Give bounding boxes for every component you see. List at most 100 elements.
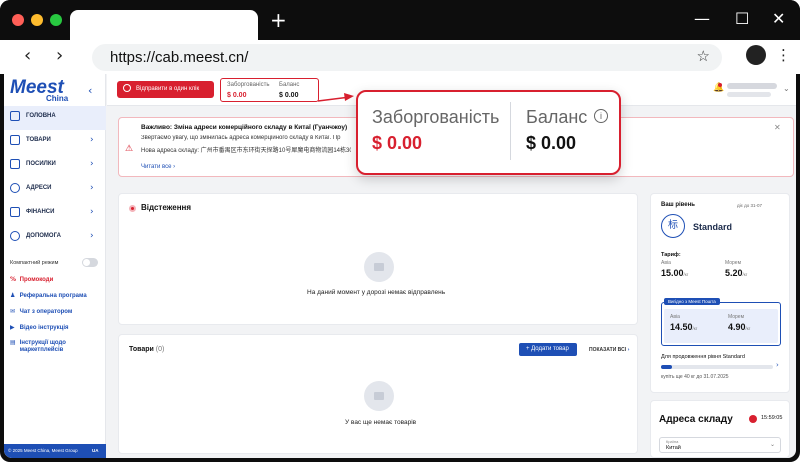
divider [510, 102, 511, 160]
marketplace-instructions-link-line2[interactable]: маркетплейсів [10, 347, 64, 353]
avia-rate: 15.00/кг [661, 268, 688, 278]
marketplace-instructions-link[interactable]: ▤ Інструкції щодо [10, 339, 66, 346]
sidebar-item-goods[interactable]: ТОВАРИ › [4, 130, 106, 154]
chevron-down-icon[interactable]: ⌄ [783, 84, 790, 93]
box-empty-icon [364, 381, 394, 411]
warehouse-title: Адреса складу [659, 414, 733, 425]
benefit-avia-label: Авіа [670, 314, 680, 320]
close-dot[interactable] [12, 14, 24, 26]
title-bar: + — ☐ ✕ [0, 0, 800, 40]
show-all-link[interactable]: ПОКАЗАТИ ВСІ › [589, 347, 630, 353]
warehouse-time: 15:59:05 [761, 415, 783, 421]
video-instruction-link[interactable]: ▶ Відео інструкція [10, 324, 69, 331]
benefit-sea-label: Морем [728, 314, 745, 320]
sidebar-item-finance[interactable]: ФІНАНСИ › [4, 202, 106, 226]
chat-operator-link[interactable]: ✉ Чат з оператором [10, 308, 72, 315]
sidebar-item-home[interactable]: ГОЛОВНА [4, 106, 106, 130]
browser-tab[interactable] [70, 10, 258, 40]
debt-value: $ 0.00 [227, 92, 247, 99]
zoom-dot[interactable] [50, 14, 62, 26]
referral-link[interactable]: ♟ Реферальна програма [10, 292, 87, 299]
profile-icon[interactable] [746, 45, 766, 65]
benefit-sea-rate: 4.90/кг [728, 322, 750, 332]
sea-rate-value: 5.20 [725, 268, 743, 278]
avia-rate-value: 15.00 [661, 268, 684, 278]
link-label: Реферальна програма [19, 293, 87, 299]
china-flag-icon [749, 415, 757, 423]
info-icon[interactable]: i [594, 109, 608, 123]
show-all-label: ПОКАЗАТИ ВСІ [589, 347, 627, 353]
balance-label: Баланс [279, 82, 300, 88]
close-window-icon[interactable]: ✕ [772, 9, 785, 28]
url-field[interactable]: https://cab.meest.cn/ ☆ [92, 44, 722, 71]
minimize-dot[interactable] [31, 14, 43, 26]
debt-label: Заборгованість [227, 82, 270, 88]
video-icon: ▶ [10, 324, 15, 331]
send-icon [123, 84, 131, 92]
bookmark-star-icon[interactable]: ☆ [697, 47, 710, 65]
benefit-tag: Вигідно з Meest Пошта [664, 298, 720, 305]
benefit-avia-value: 14.50 [670, 322, 693, 332]
balance-summary[interactable]: Заборгованість $ 0.00 Баланс $ 0.00 [220, 78, 319, 102]
forward-icon[interactable]: › [56, 45, 63, 66]
tariff-label: Тариф: [661, 252, 681, 258]
box-icon [10, 135, 20, 145]
notice-line: Нова адреса складу: 广州市番禺区市东环街天探路10号犀魔电商… [141, 148, 351, 154]
goods-count: (0) [155, 346, 165, 353]
sidebar-item-label: АДРЕСИ [26, 185, 52, 191]
chevron-right-icon: › [90, 207, 94, 217]
people-icon: ♟ [10, 292, 16, 299]
maximize-icon[interactable]: ☐ [735, 9, 749, 28]
package-icon [10, 159, 20, 169]
menu-kebab-icon[interactable]: ⋮ [776, 46, 791, 64]
callout-debt-value: $ 0.00 [372, 133, 423, 153]
sidebar-item-addresses[interactable]: АДРЕСИ › [4, 178, 106, 202]
help-icon [10, 231, 20, 241]
sidebar: Meest China ‹ ГОЛОВНА ТОВАРИ › ПОСИЛКИ ›… [4, 74, 106, 458]
balance-zoom-callout: Заборгованість $ 0.00 Баланс i $ 0.00 [356, 90, 621, 175]
rate-unit: /кг [742, 272, 748, 277]
standard-badge-icon: 标 [661, 214, 685, 238]
notice-line: Звертаємо увагу, що змінилась адреса ком… [141, 135, 341, 141]
collapse-sidebar-icon[interactable]: ‹ [88, 84, 92, 97]
chevron-right-icon[interactable]: › [776, 361, 779, 369]
country-select[interactable]: Країна Китай ⌄ [659, 437, 781, 453]
sea-rate: 5.20/кг [725, 268, 747, 278]
link-label: Інструкції щодо [19, 340, 66, 346]
notification-bell-icon[interactable]: 🔔 [713, 83, 724, 93]
goods-card: Товари (0) + Додати товар ПОКАЗАТИ ВСІ ›… [118, 334, 638, 454]
add-goods-button[interactable]: + Додати товар [519, 343, 577, 356]
chevron-right-icon: › [90, 231, 94, 241]
level-card: Ваш рівень діє до 31-07 标 Standard Тариф… [650, 193, 790, 393]
level-name: Standard [693, 222, 733, 232]
chevron-down-icon: ⌄ [770, 441, 776, 448]
language-switch[interactable]: UA [92, 448, 99, 453]
dashboard-icon [10, 111, 20, 121]
warning-icon: ⚠ [125, 144, 134, 154]
read-all-link[interactable]: Читати все › [141, 164, 175, 170]
link-label: Промокоди [19, 277, 54, 283]
live-indicator-icon [129, 205, 136, 212]
user-name-blurred[interactable] [727, 83, 777, 89]
chevron-right-icon: › [173, 164, 176, 170]
add-goods-label: + Додати товар [526, 346, 569, 352]
level-valid-until: діє до 31-07 [737, 203, 763, 208]
compact-mode-toggle[interactable] [82, 258, 98, 267]
new-tab-icon[interactable]: + [270, 10, 287, 30]
copyright-text: © 2025 Meest China, Meest Group [8, 448, 78, 453]
minimize-icon[interactable]: — [694, 9, 710, 28]
goods-title-text: Товари [129, 346, 154, 353]
sidebar-item-label: ГОЛОВНА [26, 113, 56, 119]
wallet-icon [10, 207, 20, 217]
sidebar-item-parcels[interactable]: ПОСИЛКИ › [4, 154, 106, 178]
close-icon[interactable]: ✕ [774, 123, 781, 132]
truck-icon [364, 252, 394, 282]
back-icon[interactable]: ‹ [24, 45, 31, 66]
link-label: Чат з оператором [19, 309, 73, 315]
sidebar-item-help[interactable]: ДОПОМОГА › [4, 226, 106, 250]
promo-codes-link[interactable]: % Промокоди [10, 276, 53, 283]
warehouse-address-card: Адреса складу 15:59:05 Країна Китай ⌄ [650, 400, 790, 458]
tracking-empty-text: На даний момент у дорозі немає відправле… [307, 289, 446, 296]
goods-empty-text: У вас ще немає товарів [345, 419, 417, 426]
send-one-click-button[interactable]: Відправити в один клік [117, 81, 214, 98]
